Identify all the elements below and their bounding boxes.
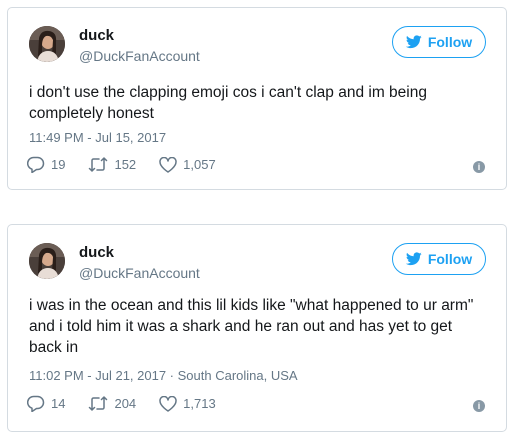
tweet-text: i don't use the clapping emoji cos i can… xyxy=(29,84,427,122)
retweet-button[interactable]: 204 xyxy=(88,396,136,411)
like-count: 1,057 xyxy=(183,157,216,172)
like-button[interactable]: 1,713 xyxy=(159,395,216,412)
retweet-count: 204 xyxy=(114,396,137,411)
follow-label: Follow xyxy=(427,34,473,50)
retweet-icon xyxy=(88,157,108,172)
reply-button[interactable]: 14 xyxy=(27,395,65,412)
reply-icon xyxy=(27,156,45,173)
follow-label: Follow xyxy=(427,251,473,267)
retweet-count: 152 xyxy=(114,157,137,172)
info-icon[interactable]: i xyxy=(473,161,485,173)
retweet-button[interactable]: 152 xyxy=(88,157,136,172)
tweet-actions: 19 152 1,057 xyxy=(27,156,239,173)
user-handle[interactable]: @DuckFanAccount xyxy=(79,48,200,64)
tweet-card: duck @DuckFanAccount Follow i was in the… xyxy=(7,224,507,432)
retweet-icon xyxy=(88,396,108,411)
tweet-text: i was in the ocean and this lil kids lik… xyxy=(29,297,474,356)
avatar[interactable] xyxy=(29,26,65,62)
reply-button[interactable]: 19 xyxy=(27,156,65,173)
follow-button[interactable]: Follow xyxy=(392,26,486,58)
info-icon[interactable]: i xyxy=(473,400,485,412)
like-count: 1,713 xyxy=(183,396,216,411)
twitter-bird-icon xyxy=(405,252,422,266)
twitter-bird-icon xyxy=(405,35,422,49)
follow-button[interactable]: Follow xyxy=(392,243,486,275)
reply-count: 19 xyxy=(51,157,66,172)
heart-icon xyxy=(159,156,177,173)
tweet-timestamp[interactable]: 11:49 PM - Jul 15, 2017 xyxy=(29,130,166,145)
tweet-card: duck @DuckFanAccount Follow i don't use … xyxy=(7,7,507,190)
display-name[interactable]: duck xyxy=(79,27,114,44)
user-handle[interactable]: @DuckFanAccount xyxy=(79,265,200,281)
tweet-actions: 14 204 1,713 xyxy=(27,395,239,412)
like-button[interactable]: 1,057 xyxy=(159,156,216,173)
reply-icon xyxy=(27,395,45,412)
display-name[interactable]: duck xyxy=(79,244,114,261)
tweet-timestamp[interactable]: 11:02 PM - Jul 21, 2017 · South Carolina… xyxy=(29,368,298,383)
avatar[interactable] xyxy=(29,243,65,279)
reply-count: 14 xyxy=(51,396,66,411)
heart-icon xyxy=(159,395,177,412)
